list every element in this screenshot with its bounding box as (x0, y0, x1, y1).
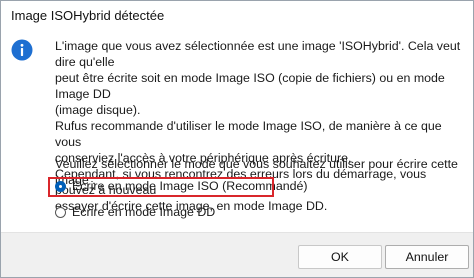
dialog-title: Image ISOHybrid détectée (11, 8, 165, 23)
cancel-button[interactable]: Annuler (385, 245, 469, 269)
button-bar: OK Annuler (1, 232, 473, 277)
radio-dd[interactable] (55, 206, 66, 218)
option-iso-mode[interactable]: Ecrire en mode Image ISO (Recommandé) (55, 179, 308, 193)
option-dd-label[interactable]: Ecrire en mode Image DD (72, 205, 215, 219)
ok-button[interactable]: OK (298, 245, 382, 269)
option-dd-mode[interactable]: Ecrire en mode Image DD (55, 205, 215, 219)
info-icon (11, 39, 33, 61)
option-iso-label[interactable]: Ecrire en mode Image ISO (Recommandé) (72, 179, 308, 193)
dialog-window: Image ISOHybrid détectée L'image que vou… (0, 0, 474, 278)
radio-iso-selected[interactable] (55, 180, 66, 192)
